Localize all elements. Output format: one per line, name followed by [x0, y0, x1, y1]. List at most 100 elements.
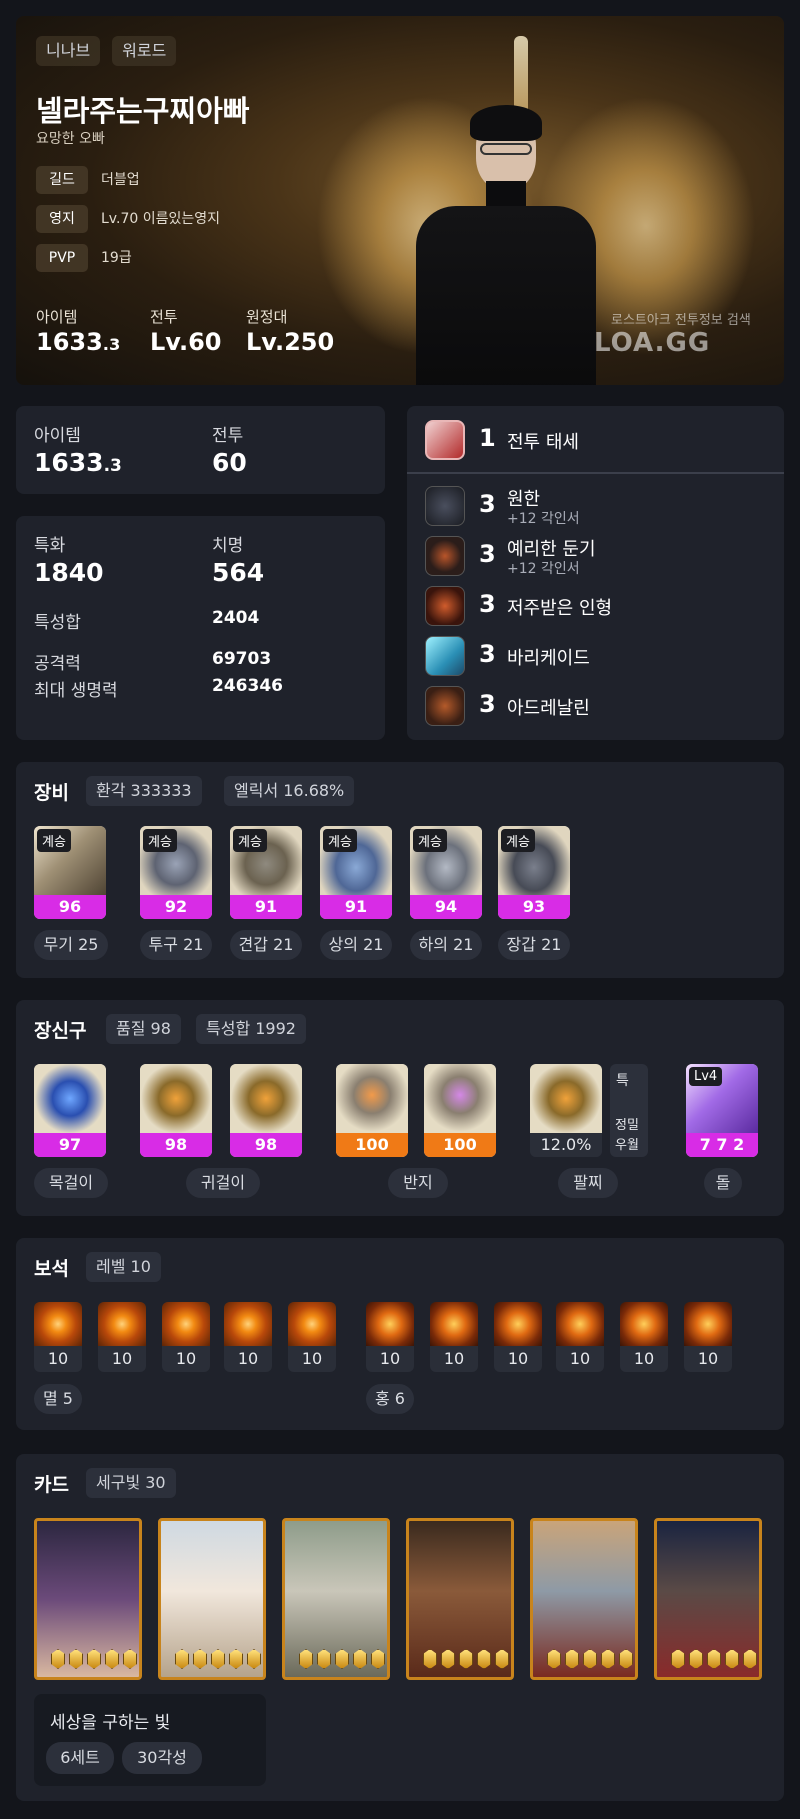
quality-bar: 100	[424, 1133, 496, 1157]
card-awaken-count: 30각성	[122, 1742, 202, 1774]
barricade-icon	[425, 636, 465, 676]
gloves-slot[interactable]: 계승 93	[498, 826, 570, 919]
grudge-icon	[425, 486, 465, 526]
card-slot[interactable]	[282, 1518, 390, 1680]
hero-expedition-label: 원정대	[246, 308, 288, 326]
card-set-pill: 세구빛 30	[86, 1468, 176, 1498]
max-hp-value: 246346	[212, 676, 283, 696]
gem-slot[interactable]: 10	[684, 1302, 732, 1372]
equipment-panel: 장비 환각 333333 엘릭서 16.68% 계승 96 계승 92 계승 91 계…	[16, 762, 784, 978]
awakening-gems	[671, 1649, 757, 1669]
engraving-book: +12 각인서	[507, 511, 580, 527]
gem-level: 10	[507, 1349, 529, 1368]
weapon-label: 무기 25	[34, 930, 108, 960]
card-set-name: 세상을 구하는 빛	[50, 1713, 171, 1733]
card-slot[interactable]	[654, 1518, 762, 1680]
gem-slot[interactable]: 10	[34, 1302, 82, 1372]
shoulder-slot[interactable]: 계승 91	[230, 826, 302, 919]
inherit-tag: 계승	[233, 829, 267, 852]
weapon-slot[interactable]: 계승 96	[34, 826, 106, 919]
earring-slot-2[interactable]: 98	[230, 1064, 302, 1157]
awakening-gems	[299, 1649, 385, 1669]
helmet-label: 투구 21	[140, 930, 212, 960]
server-badge: 니나브	[36, 36, 101, 66]
inherit-tag: 계승	[413, 829, 447, 852]
card-slot[interactable]	[34, 1518, 142, 1680]
gloves-label: 장갑 21	[498, 930, 570, 960]
pants-slot[interactable]: 계승 94	[410, 826, 482, 919]
gem-level: 10	[301, 1349, 323, 1368]
gem-slot[interactable]: 10	[224, 1302, 272, 1372]
hero-combat-level: Lv.60	[150, 328, 222, 356]
engraving-level: 3	[479, 590, 496, 618]
gem-slot[interactable]: 10	[288, 1302, 336, 1372]
spec-label: 특화	[34, 536, 66, 556]
bracelet-slot[interactable]: 12.0%	[530, 1064, 602, 1157]
chest-slot[interactable]: 계승 91	[320, 826, 392, 919]
gem-slot[interactable]: 10	[366, 1302, 414, 1372]
elixir-pill: 엘릭서 16.68%	[224, 776, 355, 806]
gem-slot[interactable]: 10	[556, 1302, 604, 1372]
estate-label: 영지	[36, 205, 88, 233]
class-engraving-level: 1	[479, 424, 496, 452]
bracelet-effect: 우월	[615, 1138, 639, 1153]
quality-bar: 91	[320, 895, 392, 919]
gem-level: 10	[175, 1349, 197, 1368]
shoulder-label: 견갑 21	[230, 930, 302, 960]
max-hp-label: 최대 생명력	[34, 681, 118, 701]
card-slot[interactable]	[158, 1518, 266, 1680]
gem-level: 10	[569, 1349, 591, 1368]
class-badge: 워로드	[112, 36, 177, 66]
ability-stone-slot[interactable]: Lv4 7 7 2	[686, 1064, 758, 1157]
inherit-tag: 계승	[501, 829, 535, 852]
gem-level: 10	[111, 1349, 133, 1368]
item-label: 아이템	[34, 426, 81, 446]
engraving-book: +12 각인서	[507, 561, 580, 577]
ring-slot-2[interactable]: 100	[424, 1064, 496, 1157]
attack-label: 공격력	[34, 654, 81, 674]
attack-value: 69703	[212, 649, 272, 669]
stone-value: 7 7 2	[686, 1133, 758, 1157]
gem-slot[interactable]: 10	[430, 1302, 478, 1372]
item-level: 1633.3	[34, 448, 122, 477]
gem-slot[interactable]: 10	[494, 1302, 542, 1372]
quality-bar: 92	[140, 895, 212, 919]
ring-slot-1[interactable]: 100	[336, 1064, 408, 1157]
annihilation-gem-label: 멸 5	[34, 1384, 82, 1414]
quality-bar: 91	[230, 895, 302, 919]
crit-label: 치명	[212, 536, 244, 556]
bracelet-effect: 특	[616, 1073, 629, 1089]
bracelet-label: 팔찌	[558, 1168, 618, 1198]
card-slot[interactable]	[406, 1518, 514, 1680]
character-title: 요망한 오빠	[36, 131, 105, 147]
gem-level: 10	[379, 1349, 401, 1368]
necklace-slot[interactable]: 97	[34, 1064, 106, 1157]
quality-bar: 98	[140, 1133, 212, 1157]
stone-level-tag: Lv4	[689, 1067, 723, 1086]
card-slot[interactable]	[530, 1518, 638, 1680]
cards-panel: 카드 세구빛 30 세상을 구하는 빛 6세트 30각성	[16, 1454, 784, 1801]
keen-blunt-icon	[425, 536, 465, 576]
quality-bar: 96	[34, 895, 106, 919]
hero-combat-label: 전투	[150, 308, 178, 326]
engravings-panel: 1 전투 태세 3 원한 +12 각인서 3 예리한 둔기 +12 각인서 3 …	[407, 406, 784, 740]
accessory-stat-pill: 특성합 1992	[196, 1014, 306, 1044]
hero-expedition-level: Lv.250	[246, 328, 335, 356]
engraving-divider	[407, 472, 784, 474]
estate-value: Lv.70 이름있는영지	[101, 211, 220, 227]
helmet-slot[interactable]: 계승 92	[140, 826, 212, 919]
engraving-level: 3	[479, 490, 496, 518]
gem-slot[interactable]: 10	[98, 1302, 146, 1372]
spec-value: 1840	[34, 558, 104, 587]
gems-title: 보석	[34, 1258, 69, 1280]
awakening-gems	[175, 1649, 261, 1669]
necklace-label: 목걸이	[34, 1168, 108, 1198]
crimson-gem-label: 홍 6	[366, 1384, 414, 1414]
character-name: 넬라주는구찌아빠	[36, 94, 250, 128]
transcend-pill: 환각 333333	[86, 776, 202, 806]
gem-slot[interactable]: 10	[620, 1302, 668, 1372]
earring-slot-1[interactable]: 98	[140, 1064, 212, 1157]
combat-label: 전투	[212, 426, 244, 446]
gem-slot[interactable]: 10	[162, 1302, 210, 1372]
awakening-gems	[423, 1649, 509, 1669]
